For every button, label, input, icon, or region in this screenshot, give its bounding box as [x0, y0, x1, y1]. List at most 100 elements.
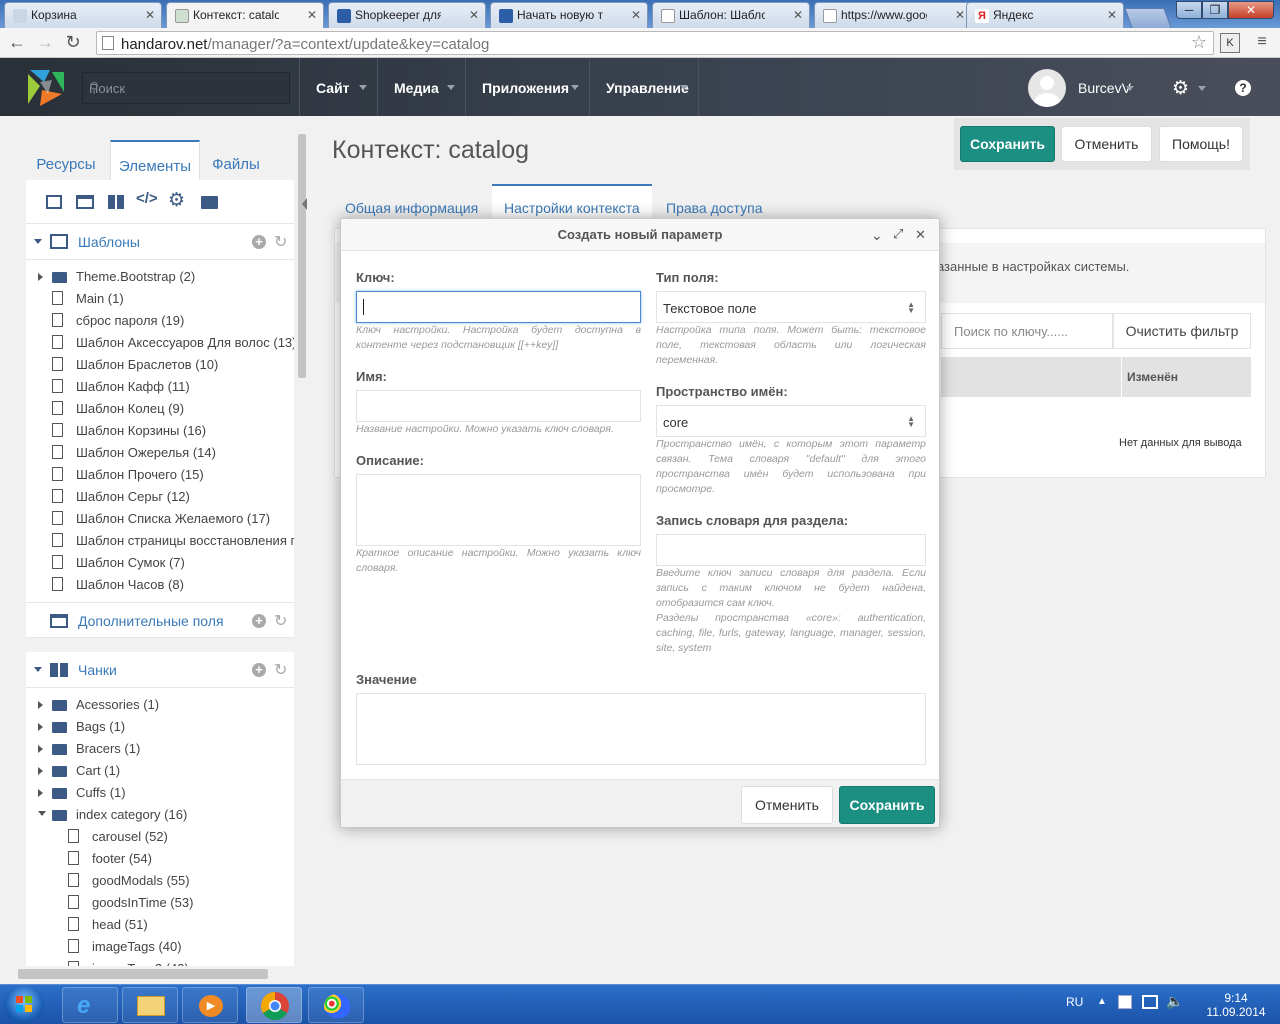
- network-icon[interactable]: [1142, 995, 1158, 1009]
- tree-item[interactable]: index category (16): [26, 804, 294, 826]
- refresh-icon[interactable]: ↻: [274, 232, 287, 252]
- tab-files[interactable]: Файлы: [202, 140, 270, 180]
- collapse-icon[interactable]: [34, 667, 42, 672]
- clock[interactable]: 9:14 11.09.2014: [1196, 991, 1276, 1019]
- browser-tab-6[interactable]: Я Яндекс ✕: [966, 2, 1124, 28]
- bookmark-star-icon[interactable]: ☆: [1191, 32, 1207, 53]
- menu-site[interactable]: Сайт: [299, 58, 377, 116]
- back-arrow-icon[interactable]: ←: [6, 32, 28, 54]
- refresh-icon[interactable]: ↻: [274, 660, 287, 680]
- tree-item[interactable]: Шаблон Аксессуаров Для волос (13): [26, 332, 294, 354]
- close-icon[interactable]: ✕: [469, 8, 479, 22]
- tree-item[interactable]: head (51): [26, 914, 294, 936]
- value-textarea[interactable]: [356, 693, 926, 765]
- browser-tab-0[interactable]: Корзина ✕: [4, 2, 162, 28]
- add-icon[interactable]: +: [252, 614, 266, 628]
- username[interactable]: BurcevV: [1078, 80, 1131, 96]
- menu-apps[interactable]: Приложения: [465, 58, 589, 116]
- expand-icon[interactable]: [38, 745, 43, 753]
- new-category-icon[interactable]: [201, 196, 218, 209]
- close-icon[interactable]: ✕: [793, 8, 803, 22]
- menu-media[interactable]: Медиа: [377, 58, 465, 116]
- new-chunk-icon[interactable]: [108, 195, 124, 209]
- close-icon[interactable]: ✕: [915, 227, 926, 243]
- tab-resources[interactable]: Ресурсы: [26, 140, 106, 180]
- tree-item[interactable]: goodsInTime (53): [26, 892, 294, 914]
- start-button[interactable]: [4, 986, 44, 1024]
- tree-item[interactable]: Шаблон Корзины (16): [26, 420, 294, 442]
- taskbar-chrome[interactable]: [246, 987, 302, 1023]
- tree-item[interactable]: imageTags2 (43): [26, 958, 294, 966]
- new-tab-button[interactable]: [1124, 8, 1172, 28]
- tab-elements[interactable]: Элементы: [110, 140, 200, 180]
- new-plugin-icon[interactable]: ⚙: [168, 189, 185, 212]
- tree-item[interactable]: сброс пароля (19): [26, 310, 294, 332]
- tree-item[interactable]: Шаблон Браслетов (10): [26, 354, 294, 376]
- menu-icon[interactable]: ≡: [1252, 33, 1272, 53]
- browser-tab-1[interactable]: Контекст: catalog | handar ✕: [166, 2, 324, 28]
- tree-item[interactable]: Theme.Bootstrap (2): [26, 266, 294, 288]
- window-close-button[interactable]: ✕: [1228, 1, 1274, 19]
- key-search-input[interactable]: Поиск по ключу......: [941, 313, 1113, 349]
- browser-tab-5[interactable]: https://www.google.r ✕: [814, 2, 972, 28]
- tree-item[interactable]: Шаблон Прочего (15): [26, 464, 294, 486]
- refresh-icon[interactable]: ↻: [274, 611, 287, 631]
- tree-item[interactable]: Шаблон страницы восстановления пароля: [26, 530, 294, 552]
- taskbar-ie[interactable]: e: [62, 987, 118, 1023]
- left-horizontal-scrollbar[interactable]: [8, 966, 288, 982]
- column-changed[interactable]: Изменён: [1127, 370, 1178, 384]
- name-input[interactable]: [356, 390, 641, 422]
- scrollbar-thumb[interactable]: [298, 134, 306, 378]
- close-icon[interactable]: ✕: [145, 8, 155, 22]
- collapse-icon[interactable]: [34, 239, 42, 244]
- scrollbar-thumb[interactable]: [18, 969, 268, 979]
- expand-icon[interactable]: [38, 789, 43, 797]
- namespace-select[interactable]: core ▲ ▼: [656, 405, 926, 437]
- tree-item[interactable]: Main (1): [26, 288, 294, 310]
- add-icon[interactable]: +: [252, 663, 266, 677]
- taskbar-paint[interactable]: [308, 987, 364, 1023]
- cancel-button[interactable]: Отменить: [1061, 126, 1152, 162]
- expand-icon[interactable]: [38, 701, 43, 709]
- tree-item[interactable]: goodModals (55): [26, 870, 294, 892]
- tree-item[interactable]: Шаблон Кафф (11): [26, 376, 294, 398]
- avatar[interactable]: [1028, 69, 1066, 107]
- help-icon[interactable]: ?: [1235, 80, 1251, 96]
- new-tv-icon[interactable]: [76, 195, 94, 209]
- save-button[interactable]: Сохранить: [960, 126, 1055, 162]
- tree-item[interactable]: imageTags (40): [26, 936, 294, 958]
- maximize-button[interactable]: ❐: [1202, 1, 1228, 19]
- clear-filter-button[interactable]: Очистить фильтр: [1113, 313, 1251, 349]
- modx-logo[interactable]: [26, 68, 66, 108]
- tree-item[interactable]: Шаблон Сумок (7): [26, 552, 294, 574]
- close-icon[interactable]: ✕: [631, 8, 641, 22]
- tree-item[interactable]: Шаблон Колец (9): [26, 398, 294, 420]
- dialog-save-button[interactable]: Сохранить: [839, 786, 935, 824]
- tree-item[interactable]: Acessories (1): [26, 694, 294, 716]
- tree-item[interactable]: Шаблон Часов (8): [26, 574, 294, 596]
- add-icon[interactable]: +: [252, 235, 266, 249]
- manager-search-input[interactable]: Поиск ⚲: [82, 72, 290, 104]
- collapse-icon[interactable]: [38, 811, 46, 816]
- show-hidden-icons-icon[interactable]: ▲: [1097, 996, 1107, 1007]
- collapse-panel-icon[interactable]: [302, 198, 307, 210]
- tree-item[interactable]: carousel (52): [26, 826, 294, 848]
- new-template-icon[interactable]: [46, 195, 62, 209]
- tree-item[interactable]: Bags (1): [26, 716, 294, 738]
- reload-icon[interactable]: ↻: [62, 32, 84, 54]
- extension-icon[interactable]: K: [1220, 33, 1240, 53]
- volume-icon[interactable]: 🔈: [1166, 993, 1183, 1010]
- description-textarea[interactable]: [356, 474, 641, 546]
- close-icon[interactable]: ✕: [1107, 8, 1117, 22]
- action-center-icon[interactable]: [1118, 995, 1132, 1009]
- taskbar-explorer[interactable]: [122, 987, 178, 1023]
- minimize-button[interactable]: ─: [1176, 1, 1202, 19]
- section-tvs[interactable]: Дополнительные поля + ↻: [26, 602, 294, 638]
- tree-item[interactable]: Bracers (1): [26, 738, 294, 760]
- new-snippet-icon[interactable]: </>: [136, 190, 158, 207]
- tree-item[interactable]: Шаблон Списка Желаемого (17): [26, 508, 294, 530]
- address-bar[interactable]: handarov.net/manager/?a=context/update&k…: [96, 31, 1214, 55]
- field-type-select[interactable]: Текстовое поле ▲ ▼: [656, 291, 926, 323]
- close-icon[interactable]: ✕: [307, 8, 317, 22]
- forward-arrow-icon[interactable]: →: [34, 32, 56, 54]
